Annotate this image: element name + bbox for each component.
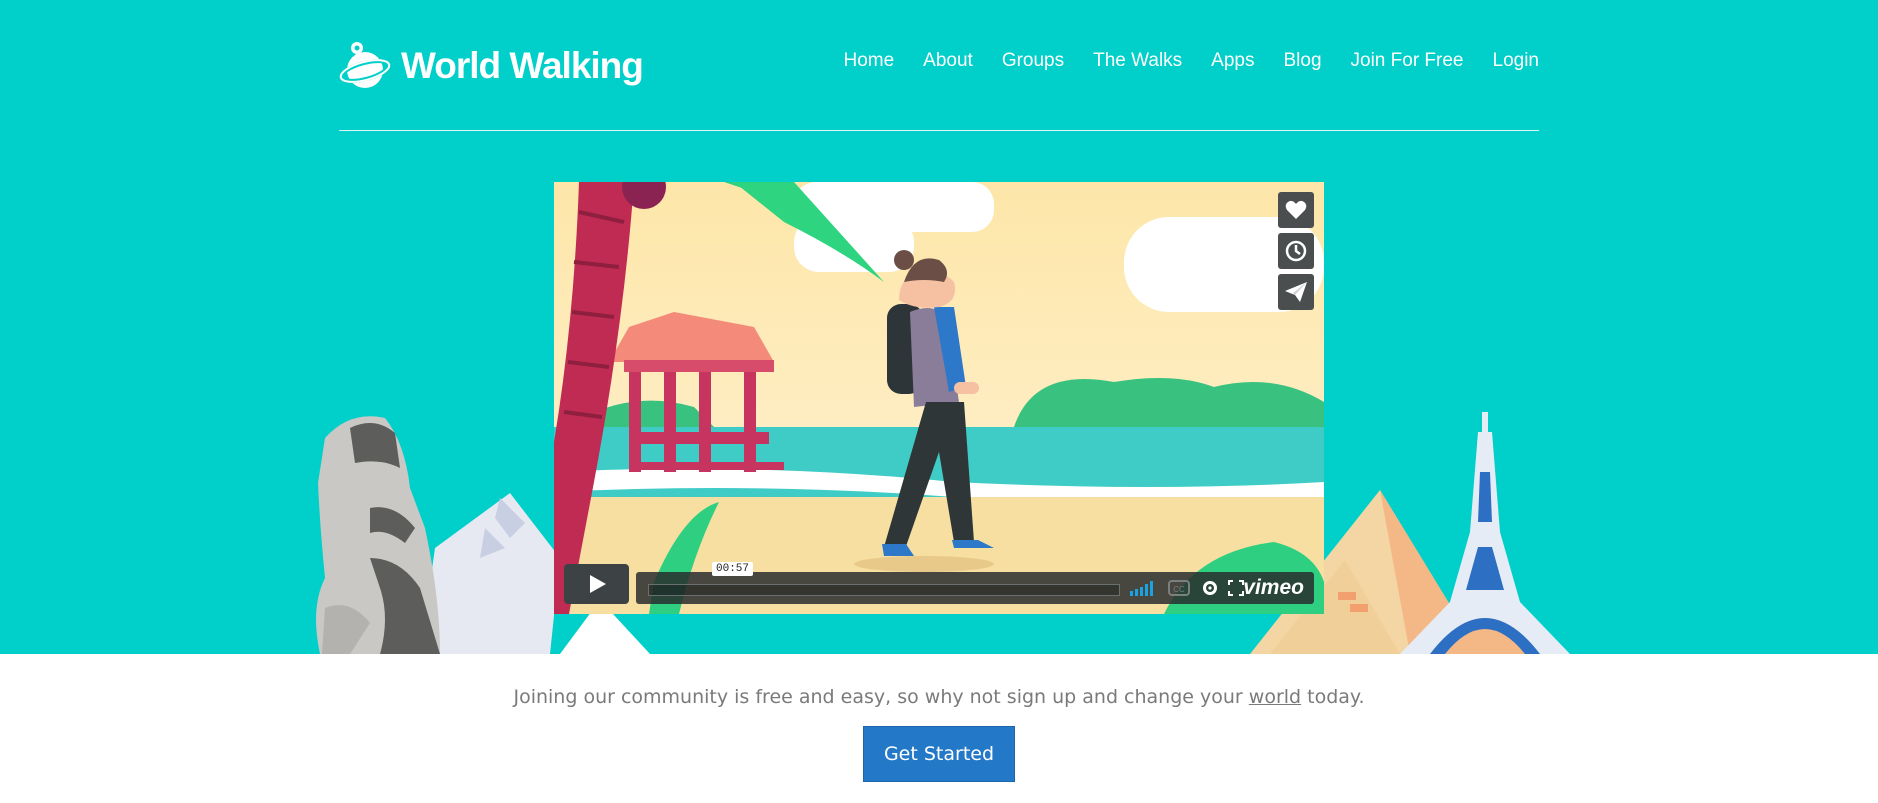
hero-section: World Walking Home About Groups The Walk… [0, 0, 1878, 654]
nav-apps[interactable]: Apps [1211, 50, 1254, 72]
tagline-text-before: Joining our community is free and easy, … [513, 686, 1249, 708]
like-button[interactable] [1278, 192, 1314, 228]
main-nav: Home About Groups The Walks Apps Blog Jo… [843, 50, 1539, 72]
tagline-text-after: today. [1301, 686, 1365, 708]
share-button[interactable] [1278, 274, 1314, 310]
nav-groups[interactable]: Groups [1002, 50, 1064, 72]
control-bar: 00:57 CC vimeo [636, 562, 1314, 604]
svg-text:CC: CC [1173, 585, 1185, 594]
nav-the-walks[interactable]: The Walks [1093, 50, 1182, 72]
video-controls: 00:57 CC vimeo [564, 562, 1314, 604]
site-logo[interactable]: World Walking [339, 40, 644, 92]
timecode: 00:57 [712, 562, 754, 576]
header-divider [339, 130, 1539, 131]
heart-icon [1285, 200, 1307, 219]
get-started-button[interactable]: Get Started [863, 726, 1015, 782]
nav-login[interactable]: Login [1493, 50, 1540, 72]
vimeo-logo[interactable]: vimeo [1243, 576, 1304, 600]
nav-about[interactable]: About [923, 50, 973, 72]
eiffel-tower-illustration [1400, 412, 1570, 654]
video-player[interactable]: 00:57 CC vimeo [554, 182, 1324, 614]
play-icon [589, 575, 606, 593]
globe-walker-logo-icon [339, 42, 391, 88]
fullscreen-icon[interactable] [1228, 580, 1244, 596]
site-header: World Walking Home About Groups The Walk… [339, 30, 1539, 130]
nav-home[interactable]: Home [843, 50, 894, 72]
nav-join-for-free[interactable]: Join For Free [1351, 50, 1464, 72]
tagline-world-link[interactable]: world [1249, 686, 1301, 708]
brand-name: World Walking [401, 45, 644, 86]
clock-icon [1285, 240, 1307, 262]
video-actions [1278, 192, 1314, 310]
play-button[interactable] [564, 564, 629, 604]
paper-plane-icon [1285, 282, 1307, 302]
gear-icon[interactable] [1202, 580, 1218, 596]
watch-later-button[interactable] [1278, 233, 1314, 269]
progress-bar[interactable] [648, 584, 1120, 596]
signup-tagline: Joining our community is free and easy, … [0, 686, 1878, 708]
cc-icon[interactable]: CC [1168, 580, 1190, 596]
nav-blog[interactable]: Blog [1283, 50, 1321, 72]
video-thumbnail [554, 182, 1324, 614]
volume-icon[interactable] [1130, 580, 1158, 596]
moai-statue-illustration [316, 416, 560, 654]
